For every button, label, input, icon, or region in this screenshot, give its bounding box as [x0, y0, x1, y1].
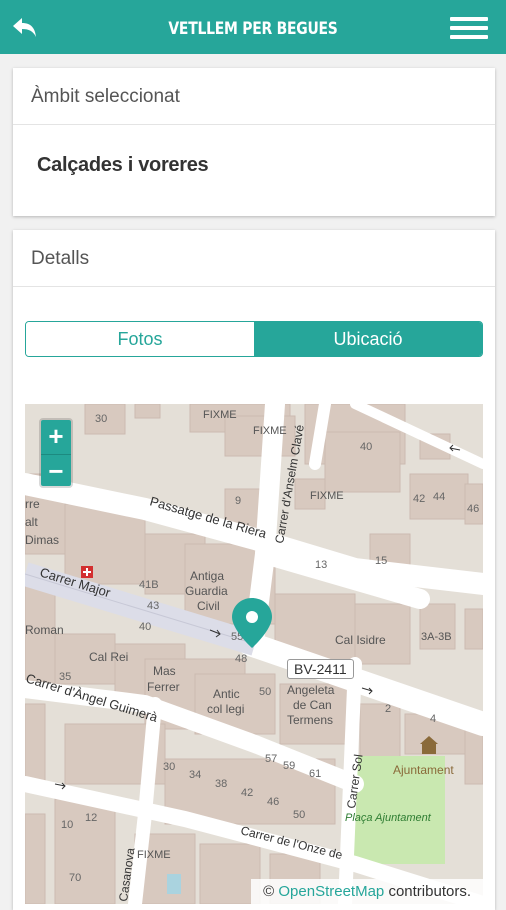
tab-fotos[interactable]: Fotos	[26, 322, 254, 356]
map-number: 13	[315, 559, 327, 571]
map-label-guardia-2: Guardia	[185, 584, 228, 598]
back-arrow-icon[interactable]	[10, 12, 40, 42]
map-number: 43	[147, 600, 159, 612]
map-number: 70	[69, 872, 81, 884]
map-number: 59	[283, 760, 295, 772]
road-badge: BV-2411	[287, 659, 354, 679]
map-number: 4	[430, 713, 436, 725]
location-map[interactable]: Passatge de la Riera Carrer Major Carrer…	[25, 404, 483, 904]
map-label-fixme: FIXME	[310, 490, 344, 502]
ambit-card-header: Àmbit seleccionat	[13, 68, 495, 125]
map-label-guardia-1: Antiga	[190, 569, 224, 583]
map-number: 12	[85, 812, 97, 824]
map-label-fixme: FIXME	[203, 409, 237, 421]
map-number: 30	[163, 761, 175, 773]
map-label-angeleta-1: Angeleta	[287, 683, 335, 697]
app-title: VETLLEM PER BEGUES	[168, 19, 338, 39]
hamburger-menu-icon[interactable]	[450, 17, 488, 39]
map-label-rre: rre	[25, 497, 40, 511]
app-header: VETLLEM PER BEGUES	[0, 0, 506, 54]
map-label-mas-1: Mas	[153, 664, 176, 678]
map-label-fixme: FIXME	[137, 849, 171, 861]
map-number: 46	[267, 796, 279, 808]
details-tabs: Fotos Ubicació	[25, 321, 483, 357]
attribution-suffix: contributors.	[388, 883, 471, 900]
map-number: 38	[215, 778, 227, 790]
map-label-alt: alt	[25, 515, 38, 529]
map-label-3a: 3A-3B	[421, 631, 452, 643]
map-number: 42	[413, 493, 425, 505]
map-label-cal-isidre: Cal Isidre	[335, 633, 386, 647]
ambit-value: Calçades i voreres	[37, 154, 209, 176]
map-number: 57	[265, 753, 277, 765]
osm-link[interactable]: OpenStreetMap	[278, 883, 384, 900]
map-number: 40	[360, 441, 372, 453]
map-label-antic-2: col legi	[207, 702, 244, 716]
map-label-roman: Roman	[25, 623, 64, 637]
map-number: 10	[61, 819, 73, 831]
details-card-header: Detalls	[13, 230, 495, 287]
map-number: 48	[235, 653, 247, 665]
map-number: 15	[375, 555, 387, 567]
map-attribution: © OpenStreetMap contributors.	[251, 879, 483, 904]
map-label-placa: Plaça Ajuntament	[345, 812, 432, 824]
map-label-antic-1: Antic	[213, 687, 240, 701]
map-label-ajuntament: Ajuntament	[393, 763, 454, 777]
map-number: 40	[139, 621, 151, 633]
map-number: 30	[95, 413, 107, 425]
map-canvas: Passatge de la Riera Carrer Major Carrer…	[25, 404, 483, 904]
map-number: 2	[385, 703, 391, 715]
zoom-in-button[interactable]: +	[41, 420, 71, 454]
copyright-icon: ©	[263, 883, 275, 900]
map-number: 41B	[139, 579, 159, 591]
map-label-cal-rei: Cal Rei	[89, 650, 128, 664]
map-number: 61	[309, 768, 321, 780]
map-number: 46	[467, 503, 479, 515]
pharmacy-icon	[81, 566, 93, 578]
zoom-controls: + −	[39, 418, 73, 488]
map-number: 44	[433, 491, 445, 503]
details-card: Detalls Fotos Ubicació Passatge de la Ri…	[13, 230, 495, 910]
map-number: 42	[241, 787, 253, 799]
map-number: 34	[189, 769, 201, 781]
map-label-angeleta-2: de Can	[293, 698, 332, 712]
map-number: 50	[259, 686, 271, 698]
zoom-out-button[interactable]: −	[41, 454, 71, 486]
map-number: 50	[293, 809, 305, 821]
map-number: 9	[235, 495, 241, 507]
ambit-card: Àmbit seleccionat Calçades i voreres	[13, 68, 495, 216]
map-label-fixme: FIXME	[253, 425, 287, 437]
map-number: 35	[59, 671, 71, 683]
map-label-guardia-3: Civil	[197, 599, 220, 613]
map-label-angeleta-3: Termens	[287, 713, 333, 727]
map-label-mas-2: Ferrer	[147, 680, 180, 694]
map-label-dimas: Dimas	[25, 533, 59, 547]
tab-ubicacio[interactable]: Ubicació	[254, 322, 482, 356]
